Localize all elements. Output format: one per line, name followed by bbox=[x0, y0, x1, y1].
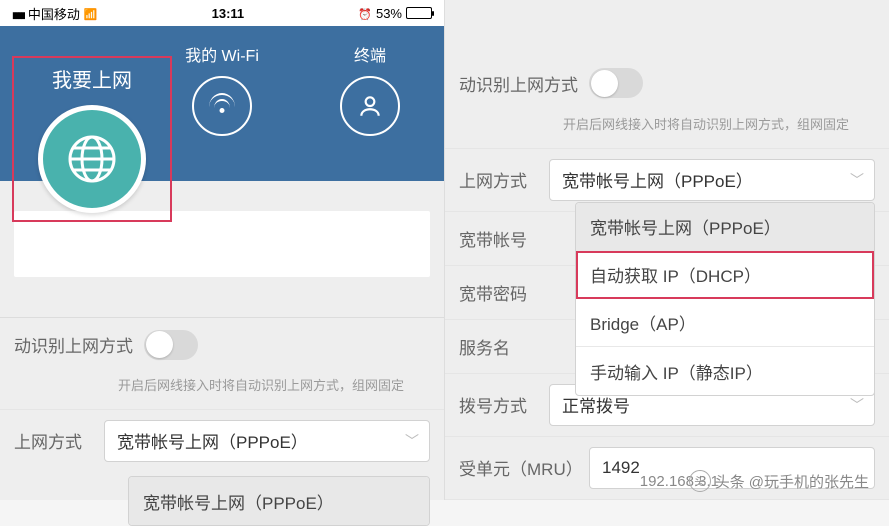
dropdown-option-static[interactable]: 手动输入 IP（静态IP） bbox=[576, 347, 874, 395]
dropdown-option-dhcp[interactable]: 自动获取 IP（DHCP） bbox=[576, 251, 874, 299]
auto-detect-label-r: 动识别上网方式 bbox=[459, 71, 589, 96]
carrier-label: 中国移动 bbox=[28, 4, 80, 23]
tab-terminal[interactable]: 终端 bbox=[296, 36, 444, 136]
wifi-icon bbox=[192, 76, 252, 136]
method-dropdown[interactable]: 宽带帐号上网（PPPoE） 自动获取 IP（DHCP） Bridge（AP） 手… bbox=[575, 202, 875, 396]
left-screenshot: 中国移动 13:11 53% . 我的 Wi-Fi 终端 我要上网 bbox=[0, 0, 444, 500]
chevron-down-icon: ﹀ bbox=[850, 395, 864, 415]
dropdown-option-pppoe[interactable]: 宽带帐号上网（PPPoE） bbox=[576, 203, 874, 251]
battery-icon bbox=[406, 7, 432, 19]
tab-terminal-label: 终端 bbox=[296, 42, 444, 66]
auto-detect-label: 动识别上网方式 bbox=[14, 332, 144, 357]
row-method: 上网方式 宽带帐号上网（PPPoE） ﹀ bbox=[0, 409, 444, 472]
row-auto-detect: 动识别上网方式 bbox=[0, 317, 444, 371]
auto-detect-toggle-r[interactable] bbox=[589, 68, 643, 98]
dropdown-option-pppoe[interactable]: 宽带帐号上网（PPPoE） bbox=[129, 477, 429, 525]
watermark: 头 头条 @玩手机的张先生 bbox=[689, 470, 869, 492]
tab-internet-label: 我要上网 bbox=[14, 64, 170, 93]
status-bar: 中国移动 13:11 53% bbox=[0, 0, 444, 26]
method-label-r: 上网方式 bbox=[459, 167, 549, 192]
mru-value: 1492 bbox=[602, 458, 640, 478]
method-select-value-r: 宽带帐号上网（PPPoE） bbox=[562, 167, 753, 192]
chevron-down-icon: ﹀ bbox=[850, 170, 864, 190]
watermark-prefix: 头条 bbox=[715, 471, 745, 492]
row-auto-detect-r: 动识别上网方式 bbox=[445, 56, 889, 110]
method-select-r[interactable]: 宽带帐号上网（PPPoE） ﹀ bbox=[549, 159, 875, 201]
auto-detect-hint-r: 开启后网线接入时将自动识别上网方式，组网固定 bbox=[445, 110, 889, 148]
battery-pct-label: 53% bbox=[376, 6, 402, 21]
method-dropdown-partial[interactable]: 宽带帐号上网（PPPoE） bbox=[128, 476, 430, 526]
alarm-icon bbox=[358, 6, 372, 21]
auto-detect-toggle[interactable] bbox=[144, 330, 198, 360]
service-label: 服务名 bbox=[459, 334, 549, 359]
watermark-author: @玩手机的张先生 bbox=[749, 471, 869, 492]
signal-bars-icon bbox=[12, 6, 24, 21]
dial-label: 拨号方式 bbox=[459, 392, 549, 417]
dropdown-option-bridge[interactable]: Bridge（AP） bbox=[576, 299, 874, 347]
tab-internet-selected[interactable]: 我要上网 bbox=[12, 56, 172, 222]
account-label: 宽带帐号 bbox=[459, 226, 549, 251]
right-screenshot: 动识别上网方式 开启后网线接入时将自动识别上网方式，组网固定 上网方式 宽带帐号… bbox=[444, 0, 889, 500]
header-tabs: . 我的 Wi-Fi 终端 我要上网 bbox=[0, 26, 444, 181]
clock-label: 13:11 bbox=[212, 6, 245, 21]
chevron-down-icon: ﹀ bbox=[405, 431, 419, 451]
auto-detect-hint: 开启后网线接入时将自动识别上网方式，组网固定 bbox=[0, 371, 444, 409]
wifi-status-icon bbox=[84, 6, 98, 21]
person-icon bbox=[340, 76, 400, 136]
method-label: 上网方式 bbox=[14, 428, 104, 453]
mru-label: 受单元（MRU） bbox=[459, 455, 589, 480]
password-label: 宽带密码 bbox=[459, 280, 549, 305]
method-select-value: 宽带帐号上网（PPPoE） bbox=[117, 428, 308, 453]
method-select[interactable]: 宽带帐号上网（PPPoE） ﹀ bbox=[104, 420, 430, 462]
watermark-icon: 头 bbox=[689, 470, 711, 492]
globe-icon bbox=[38, 105, 146, 213]
